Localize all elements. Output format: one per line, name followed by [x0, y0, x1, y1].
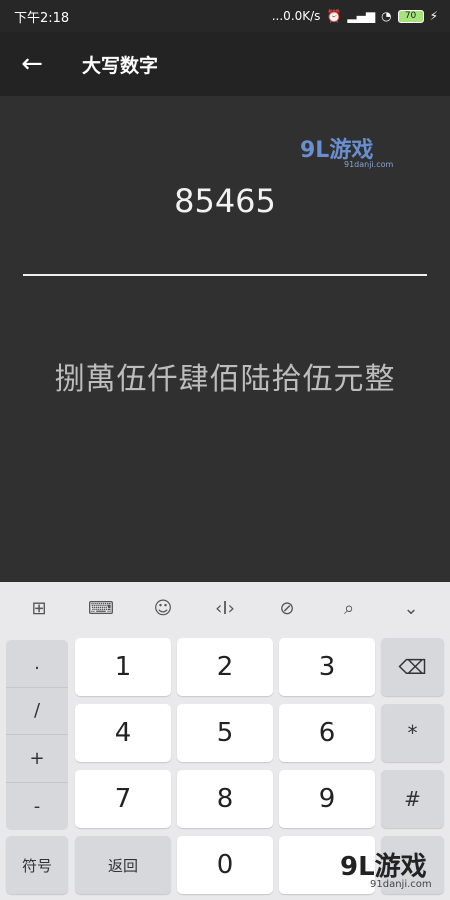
status-time: 下午2:18 [14, 10, 70, 26]
key-1[interactable]: 1 [75, 638, 171, 696]
watermark-logo-bottom: 9L游戏 91danji.com [340, 846, 432, 890]
uppercase-result: 捌萬伍仟肆佰陆拾伍元整 [54, 362, 396, 397]
key-hash[interactable]: # [381, 770, 444, 828]
backspace-key[interactable]: ⌫ [381, 638, 444, 696]
link-icon[interactable]: ⊘ [267, 598, 307, 619]
grid-icon[interactable]: ⊞ [19, 598, 59, 619]
symbol-column: . / + - [6, 640, 68, 830]
wifi-icon: ◔ [381, 9, 392, 23]
cursor-icon[interactable]: ‹I› [205, 598, 245, 619]
key-9[interactable]: 9 [279, 770, 375, 828]
app-bar: ← 大写数字 [0, 32, 450, 96]
key-plus[interactable]: + [6, 735, 68, 783]
charging-icon: ⚡ [429, 9, 438, 23]
key-4[interactable]: 4 [75, 704, 171, 762]
key-0[interactable]: 0 [177, 836, 273, 894]
back-arrow-icon[interactable]: ← [0, 32, 64, 96]
keyboard-icon[interactable]: ⌨ [81, 598, 121, 619]
signal-icon: ▂▄▆ [347, 9, 376, 23]
key-7[interactable]: 7 [75, 770, 171, 828]
watermark-logo-top: 9L游戏 91danji.com [300, 132, 393, 169]
watermark-bottom-sub: 91danji.com [370, 879, 432, 890]
converter-area: 9L游戏 91danji.com 85465 捌萬伍仟肆佰陆拾伍元整 [0, 96, 450, 582]
return-key[interactable]: 返回 [75, 836, 171, 894]
network-speed: ...0.0K/s [271, 9, 321, 23]
symbol-key[interactable]: 符号 [6, 836, 68, 894]
key-minus[interactable]: - [6, 783, 68, 831]
number-input[interactable]: 85465 [0, 182, 450, 220]
input-underline [23, 274, 427, 276]
search-icon[interactable]: ⌕ [329, 598, 369, 619]
collapse-icon[interactable]: ⌄ [391, 598, 431, 619]
key-dot[interactable]: . [6, 640, 68, 688]
key-2[interactable]: 2 [177, 638, 273, 696]
emoji-icon[interactable]: ☺ [143, 598, 183, 619]
key-3[interactable]: 3 [279, 638, 375, 696]
alarm-icon: ⏰ [326, 9, 342, 23]
key-slash[interactable]: / [6, 688, 68, 735]
watermark-bottom-text: 9L游戏 [340, 852, 427, 882]
battery-icon: 70 [397, 9, 424, 23]
watermark-top-sub: 91danji.com [344, 160, 394, 169]
keyboard-toolbar: ⊞ ⌨ ☺ ‹I› ⊘ ⌕ ⌄ [0, 582, 450, 634]
status-bar: 下午2:18 ...0.0K/s ⏰ ▂▄▆ ◔ 70 ⚡ [0, 0, 450, 32]
status-right: ...0.0K/s ⏰ ▂▄▆ ◔ 70 ⚡ [272, 9, 438, 23]
key-5[interactable]: 5 [177, 704, 273, 762]
key-star[interactable]: * [381, 704, 444, 762]
key-8[interactable]: 8 [177, 770, 273, 828]
page-title: 大写数字 [82, 54, 159, 77]
key-6[interactable]: 6 [279, 704, 375, 762]
